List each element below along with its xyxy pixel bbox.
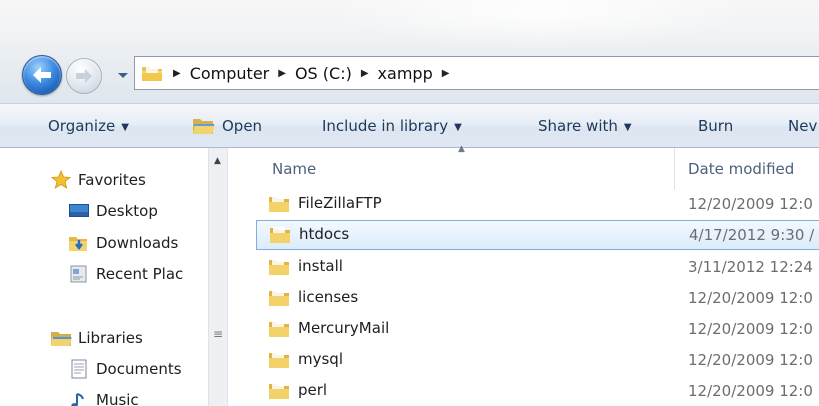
nav-libraries[interactable]: Libraries — [50, 325, 208, 351]
folder-icon — [269, 383, 289, 399]
nav-desktop[interactable]: Desktop — [68, 198, 208, 224]
nav-recent-places[interactable]: Recent Plac — [68, 261, 208, 287]
file-date-modified: 3/11/2012 12:24 — [688, 258, 813, 276]
file-date-modified: 12/20/2009 12:0 — [688, 351, 813, 369]
open-button[interactable]: Open — [222, 104, 262, 149]
title-bar: ▶ Computer ▶ OS (C:) ▶ xampp ▶ — [0, 0, 819, 103]
sort-ascending-icon: ▲ — [458, 144, 465, 154]
burn-button[interactable]: Burn — [698, 104, 733, 149]
explorer-window: ▶ Computer ▶ OS (C:) ▶ xampp ▶ Organize ▼… — [0, 0, 819, 406]
back-arrow-icon — [33, 67, 51, 83]
folder-icon — [269, 352, 289, 368]
address-bar[interactable]: ▶ Computer ▶ OS (C:) ▶ xampp ▶ — [134, 56, 819, 90]
scroll-up-arrow-icon[interactable]: ▲ — [214, 156, 221, 166]
nav-recent-places-label: Recent Plac — [96, 265, 184, 283]
breadcrumb-xampp[interactable]: xampp — [378, 64, 433, 83]
breadcrumb-separator-icon[interactable]: ▶ — [278, 68, 286, 79]
file-name: FileZillaFTP — [298, 194, 382, 212]
include-in-library-button[interactable]: Include in library ▼ — [322, 104, 462, 149]
breadcrumb-os-c[interactable]: OS (C:) — [295, 64, 352, 83]
file-name: perl — [298, 381, 328, 399]
file-name: MercuryMail — [298, 319, 390, 337]
table-row[interactable]: licenses 12/20/2009 12:0 — [256, 283, 819, 313]
nav-documents[interactable]: Documents — [68, 356, 208, 382]
file-date-modified: 12/20/2009 12:0 — [688, 320, 813, 338]
nav-documents-label: Documents — [96, 360, 182, 378]
forward-button[interactable] — [66, 58, 102, 94]
recent-pages-dropdown[interactable] — [116, 66, 130, 84]
breadcrumb-separator-icon[interactable]: ▶ — [173, 68, 181, 79]
music-icon — [71, 393, 84, 406]
downloads-icon — [69, 237, 87, 251]
column-header-name[interactable]: Name — [272, 160, 316, 178]
nav-desktop-label: Desktop — [96, 202, 158, 220]
table-row-selected[interactable]: htdocs 4/17/2012 9:30 / — [256, 220, 819, 250]
new-folder-label: Nev — [788, 117, 818, 135]
nav-libraries-label: Libraries — [78, 329, 143, 347]
forward-arrow-icon — [76, 69, 92, 83]
burn-label: Burn — [698, 117, 734, 135]
folder-icon — [269, 321, 289, 337]
command-bar: Organize ▼ Open Include in library ▼ Share… — [0, 103, 819, 148]
folder-icon — [269, 259, 289, 275]
nav-favorites-label: Favorites — [78, 171, 146, 189]
file-name: licenses — [298, 288, 359, 306]
folder-icon — [270, 227, 290, 243]
chevron-down-icon: ▼ — [121, 122, 129, 133]
folder-icon — [269, 290, 289, 306]
share-with-label: Share with — [538, 117, 618, 135]
desktop-icon — [69, 204, 89, 217]
star-icon — [50, 170, 72, 189]
table-row[interactable]: mysql 12/20/2009 12:0 — [256, 345, 819, 375]
file-date-modified: 12/20/2009 12:0 — [688, 289, 813, 307]
file-name: mysql — [298, 350, 343, 368]
column-header-date-modified[interactable]: Date modified — [688, 160, 794, 178]
chevron-down-icon: ▼ — [623, 122, 632, 133]
documents-icon — [71, 359, 87, 379]
table-row[interactable]: MercuryMail 12/20/2009 12:0 — [256, 314, 819, 344]
organize-button[interactable]: Organize ▼ — [48, 104, 129, 149]
file-name: htdocs — [299, 225, 350, 243]
open-label: Open — [222, 117, 263, 135]
breadcrumb: ▶ Computer ▶ OS (C:) ▶ xampp ▶ — [169, 57, 458, 89]
include-in-library-label: Include in library — [322, 117, 449, 135]
new-folder-button[interactable]: Nev — [788, 104, 817, 149]
nav-music-label: Music — [96, 391, 139, 406]
file-list: Name ▲ Date modified FileZillaFTP 12/20/… — [228, 144, 819, 406]
back-button[interactable] — [22, 55, 62, 95]
nav-downloads-label: Downloads — [96, 234, 179, 252]
file-date-modified: 12/20/2009 12:0 — [688, 195, 813, 213]
file-date-modified: 12/20/2009 12:0 — [688, 382, 813, 400]
table-row[interactable]: perl 12/20/2009 12:0 — [256, 376, 819, 406]
chevron-down-icon: ▼ — [454, 122, 462, 133]
open-folder-icon — [193, 119, 215, 134]
breadcrumb-computer[interactable]: Computer — [190, 64, 270, 83]
nav-music[interactable]: Music — [68, 387, 208, 406]
navigation-pane-scrollbar[interactable]: ▲ ≡ — [208, 148, 228, 406]
table-row[interactable]: FileZillaFTP 12/20/2009 12:0 — [256, 189, 819, 219]
library-icon — [51, 332, 72, 346]
navigation-pane: Favorites Desktop Downloads Recent Plac … — [0, 148, 208, 406]
organize-label: Organize — [48, 117, 116, 135]
breadcrumb-separator-icon[interactable]: ▶ — [361, 68, 369, 79]
folder-icon — [142, 65, 162, 81]
nav-favorites[interactable]: Favorites — [50, 167, 208, 193]
file-date-modified: 4/17/2012 9:30 / — [689, 226, 815, 244]
chevron-down-icon — [118, 73, 128, 78]
table-row[interactable]: install 3/11/2012 12:24 — [256, 252, 819, 282]
recent-places-icon — [70, 265, 87, 283]
file-name: install — [298, 257, 343, 275]
column-header-row: Name ▲ Date modified — [228, 144, 819, 190]
breadcrumb-separator-icon[interactable]: ▶ — [442, 68, 450, 79]
scroll-grip-icon[interactable]: ≡ — [213, 328, 223, 340]
share-with-button[interactable]: Share with ▼ — [538, 104, 632, 149]
folder-icon — [269, 196, 289, 212]
nav-downloads[interactable]: Downloads — [68, 230, 208, 256]
